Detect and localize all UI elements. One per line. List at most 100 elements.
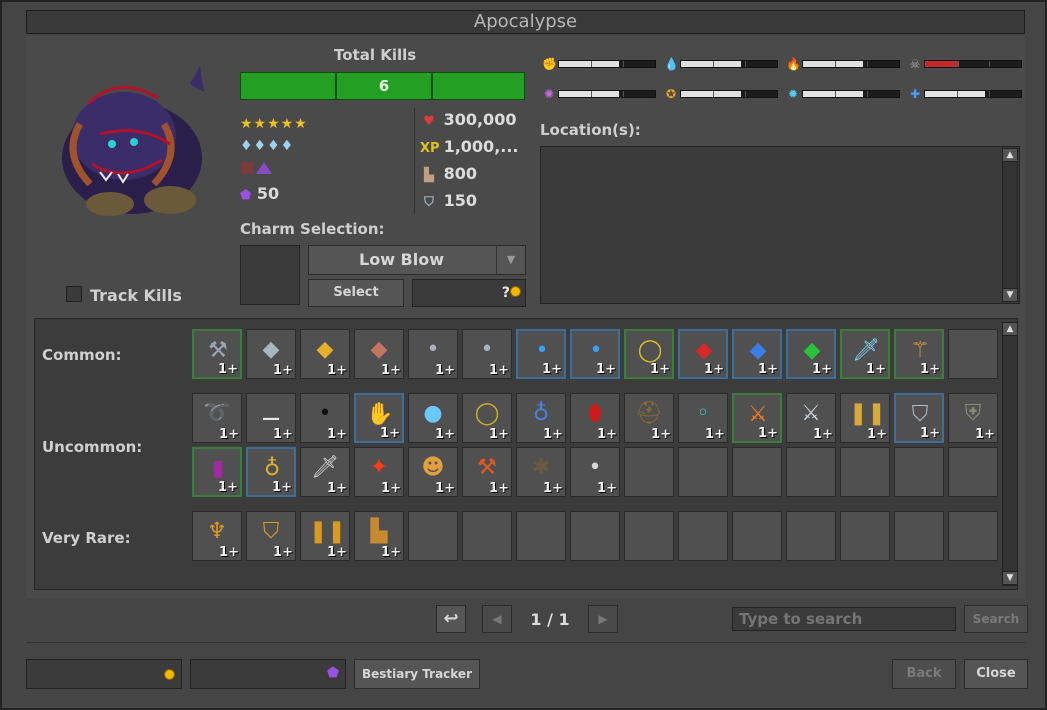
scroll-down-icon[interactable]: ▼ [1002, 288, 1018, 302]
golden-horn-icon: ➰ [203, 401, 231, 426]
common-label: Common: [42, 346, 122, 364]
loot-slot[interactable]: • 1+ [408, 329, 458, 379]
window-title: Apocalypse [26, 10, 1025, 34]
locations-scrollbar[interactable] [1002, 148, 1018, 302]
loot-slot[interactable]: ◆ 1+ [678, 329, 728, 379]
loot-slot[interactable]: ✱ 1+ [516, 447, 566, 497]
loot-slot[interactable]: ➰ 1+ [192, 393, 242, 443]
loot-slot[interactable]: ☻ 1+ [408, 447, 458, 497]
charm-dropdown[interactable]: Low Blow ▼ [308, 245, 526, 275]
resistance-fill [559, 61, 619, 67]
back-button[interactable]: Back [892, 659, 956, 689]
empty-loot-slot [732, 447, 782, 497]
empty-loot-slot [840, 447, 890, 497]
loot-count: 1+ [381, 481, 401, 496]
loot-slot[interactable]: ◆ 1+ [300, 329, 350, 379]
loot-count: 1+ [435, 363, 455, 378]
loot-slot[interactable]: ♁ 1+ [516, 393, 566, 443]
loot-slot[interactable]: ❚❚ 1+ [300, 511, 350, 561]
close-button[interactable]: Close [964, 659, 1028, 689]
loot-slot[interactable]: • 1+ [462, 329, 512, 379]
loot-count: 1+ [705, 427, 725, 442]
resistance-bar [558, 60, 656, 68]
loot-slot[interactable]: • 1+ [570, 447, 620, 497]
spider-icon: ✱ [531, 455, 551, 480]
loot-slot[interactable]: ◯ 1+ [624, 329, 674, 379]
copper-talisman-icon: ◆ [370, 337, 388, 362]
loot-slot[interactable]: ⛉ 1+ [246, 511, 296, 561]
resistance-tick [989, 91, 990, 97]
loot-slot[interactable]: ✋ 1+ [354, 393, 404, 443]
loot-slot[interactable]: • 1+ [570, 329, 620, 379]
search-input[interactable] [732, 607, 956, 631]
resistance-tick [957, 61, 958, 67]
loot-slot[interactable]: ⚔ 1+ [732, 393, 782, 443]
tower-shield-icon: ⛨ [964, 401, 982, 426]
loot-slot[interactable]: ◯ 1+ [462, 393, 512, 443]
loot-slot[interactable]: ⚒ 1+ [462, 447, 512, 497]
loot-slot[interactable]: ◆ 1+ [732, 329, 782, 379]
loot-slot[interactable]: ⛨ 1+ [948, 393, 998, 443]
loot-slot[interactable]: • 1+ [516, 329, 566, 379]
teddy-bear-icon: ☻ [421, 455, 445, 480]
loot-slot[interactable]: ⚚ 1+ [894, 329, 944, 379]
loot-slot[interactable]: ✦ 1+ [354, 447, 404, 497]
loot-slot[interactable]: ⚔ 1+ [786, 393, 836, 443]
loot-slot[interactable]: ♆ 1+ [192, 511, 242, 561]
loot-slot[interactable]: ▙ 1+ [354, 511, 404, 561]
scroll-up-icon[interactable]: ▲ [1002, 322, 1018, 336]
return-icon[interactable]: ↩ [436, 605, 466, 633]
loot-count: 1+ [381, 545, 401, 560]
resistance-tick [867, 91, 868, 97]
loot-slot[interactable]: ♁ 1+ [246, 447, 296, 497]
track-kills-checkbox[interactable] [66, 286, 82, 302]
loot-count: 1+ [218, 362, 238, 377]
stat-experience: XP 1,000,... [420, 137, 519, 156]
loot-count: 1+ [704, 362, 724, 377]
loot-count: 1+ [273, 545, 293, 560]
loot-count: 1+ [327, 427, 347, 442]
loot-slot[interactable]: ● 1+ [408, 393, 458, 443]
difficulty-stars: ★★★★★ [240, 116, 308, 132]
fire-hammer-icon: ⚒ [477, 455, 497, 480]
loot-scrollbar[interactable] [1002, 322, 1018, 586]
bestiary-tracker-button[interactable]: Bestiary Tracker [354, 659, 480, 689]
charm-select-button[interactable]: Select [308, 279, 404, 307]
loot-slot[interactable]: ⛑ 1+ [624, 393, 674, 443]
locations-label: Location(s): [540, 121, 641, 139]
previous-page-icon[interactable]: ◀ [482, 605, 512, 633]
kill-progress-segment-1 [240, 72, 336, 100]
loot-slot[interactable]: ◆ 1+ [246, 329, 296, 379]
loot-count: 1+ [273, 427, 293, 442]
empty-loot-slot [408, 511, 458, 561]
loot-slot[interactable]: ◦ 1+ [678, 393, 728, 443]
charm-balance-field: ⬟ [190, 659, 346, 689]
loot-slot[interactable]: ◆ 1+ [354, 329, 404, 379]
resistance-tick [989, 61, 990, 67]
empty-loot-slot [948, 511, 998, 561]
loot-slot[interactable]: • 1+ [300, 393, 350, 443]
loot-slot[interactable]: 🗡 1+ [840, 329, 890, 379]
locked-effects-icons [240, 160, 274, 176]
loot-slot[interactable]: ⛉ 1+ [894, 393, 944, 443]
loot-slot[interactable]: ⚒ 1+ [192, 329, 242, 379]
loot-slot[interactable]: 🗡 1+ [300, 447, 350, 497]
scroll-down-icon[interactable]: ▼ [1002, 571, 1018, 585]
loot-slot[interactable]: ❚❚ 1+ [840, 393, 890, 443]
loot-count: 1+ [380, 426, 400, 441]
loot-slot[interactable]: ▮ 1+ [192, 447, 242, 497]
chevron-down-icon[interactable]: ▼ [496, 246, 525, 274]
loot-count: 1+ [543, 481, 563, 496]
loot-slot[interactable]: ⚊ 1+ [246, 393, 296, 443]
charm-points-icon: ⬟ [240, 188, 252, 203]
loot-count: 1+ [920, 426, 940, 441]
scroll-up-icon[interactable]: ▲ [1002, 148, 1018, 162]
resistance-bar [924, 90, 1022, 98]
loot-count: 1+ [867, 427, 887, 442]
loot-slot[interactable]: ◆ 1+ [786, 329, 836, 379]
next-page-icon[interactable]: ▶ [588, 605, 618, 633]
search-button[interactable]: Search [964, 605, 1028, 633]
loot-slot[interactable]: ⬮ 1+ [570, 393, 620, 443]
empty-loot-slot [840, 511, 890, 561]
silver-talisman-icon: ◆ [262, 337, 280, 362]
